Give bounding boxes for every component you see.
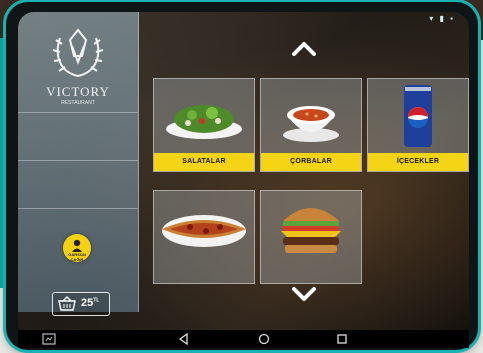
back-icon[interactable] <box>178 333 190 345</box>
chevron-down-icon <box>292 287 316 301</box>
tablet-frame: ▾ ▮ ▪ VICTORY RESTAURANT GARSON ÇAĞIR 25… <box>6 2 478 350</box>
basket-icon <box>58 296 76 311</box>
screenshot-icon[interactable] <box>42 333 56 345</box>
brand-name: VICTORY <box>46 84 110 99</box>
chevron-up-icon <box>292 42 316 56</box>
pide-image <box>162 215 246 247</box>
soda-can-image <box>404 85 432 147</box>
category-tile-salatalar[interactable]: SALATALAR <box>153 78 255 172</box>
recents-icon[interactable] <box>336 333 348 345</box>
soup-image <box>283 106 339 142</box>
sidebar-divider <box>18 208 138 209</box>
category-label: ÇORBALAR <box>261 153 361 171</box>
cart-currency: TL <box>93 297 100 304</box>
scroll-down-button[interactable] <box>290 284 318 304</box>
burger-image <box>281 208 341 253</box>
cart-amount: 25 <box>81 297 94 309</box>
status-bar: ▾ ▮ ▪ <box>429 14 455 23</box>
call-waiter-label: GARSON ÇAĞIR <box>68 252 86 262</box>
cart-total: 25TL <box>81 297 99 309</box>
category-tile-burger[interactable] <box>260 190 362 284</box>
category-label: İÇECEKLER <box>368 153 468 171</box>
screen: ▾ ▮ ▪ VICTORY RESTAURANT GARSON ÇAĞIR 25… <box>18 12 469 330</box>
home-icon[interactable] <box>258 333 270 345</box>
brand-logo: VICTORY RESTAURANT <box>40 26 116 106</box>
category-label: SALATALAR <box>154 153 254 171</box>
cart-button[interactable]: 25TL <box>52 292 110 316</box>
salad-image <box>166 105 242 139</box>
category-tile-corbalar[interactable]: ÇORBALAR <box>260 78 362 172</box>
category-tile-pide[interactable] <box>153 190 255 284</box>
call-waiter-button[interactable]: GARSON ÇAĞIR <box>63 234 91 262</box>
sidebar-divider <box>18 160 138 161</box>
scroll-up-button[interactable] <box>290 38 318 58</box>
category-tile-icecekler[interactable]: İÇECEKLER <box>367 78 469 172</box>
sidebar: VICTORY RESTAURANT GARSON ÇAĞIR 25TL <box>18 12 139 316</box>
android-nav-bar <box>18 330 469 348</box>
laurel-emblem-icon <box>52 28 104 77</box>
brand-subtitle: RESTAURANT <box>61 100 95 106</box>
sidebar-divider <box>18 112 138 113</box>
